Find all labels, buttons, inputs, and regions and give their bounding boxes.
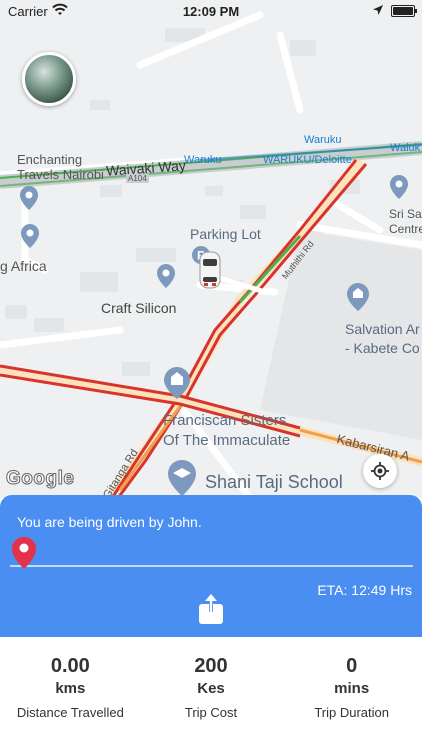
stat-label: Trip Cost — [184, 705, 238, 720]
user-avatar[interactable] — [22, 52, 76, 106]
map-label-franciscan: Franciscan Sisters — [163, 412, 287, 429]
church-pin-icon — [347, 283, 369, 311]
stat-value: 0.00 — [50, 655, 90, 677]
map-label-enchanting: Enchanting — [17, 152, 83, 167]
crosshair-icon — [371, 462, 389, 480]
stat-unit: mins — [334, 680, 370, 697]
church-pin-icon — [164, 367, 190, 399]
eta-text: ETA: 12:49 Hrs — [317, 582, 412, 598]
stat-duration: 0 mins Trip Duration — [281, 637, 422, 750]
stat-cost: 200 Kes Trip Cost — [141, 637, 282, 750]
poi-pin-icon — [157, 264, 175, 288]
stat-distance: 0.00 kms Distance Travelled — [0, 637, 141, 750]
location-pin-icon — [12, 537, 36, 569]
map-label-immaculate: Of The Immaculate — [163, 432, 291, 449]
map-label-craft-silicon: Craft Silicon — [101, 300, 177, 316]
map-label-centre: Centre — [389, 222, 422, 236]
share-icon[interactable] — [197, 593, 225, 625]
map-label-waruku-2: Waruku — [304, 134, 342, 146]
location-arrow-icon — [373, 5, 383, 15]
stat-label: Trip Duration — [314, 705, 389, 720]
my-location-button[interactable] — [363, 454, 397, 488]
trip-progress-track — [10, 565, 413, 567]
map-label-africa: g Africa — [0, 258, 47, 274]
stat-value: 200 — [194, 655, 228, 677]
driver-text: You are being driven by John. — [17, 514, 202, 530]
stat-label: Distance Travelled — [16, 705, 124, 720]
poi-pin-icon — [21, 224, 39, 248]
map-view[interactable]: P Enchanting Travels Nairobi Waiyaki Way… — [0, 0, 422, 498]
school-pin-icon — [168, 460, 196, 496]
car-marker-icon — [199, 251, 221, 289]
map-label-shani-taji: Shani Taji School — [205, 472, 343, 492]
map-label-parking: Parking Lot — [190, 226, 261, 242]
trip-stats: 0.00 kms Distance Travelled 200 Kes Trip… — [0, 637, 422, 750]
stat-value: 0 — [346, 655, 358, 677]
poi-pin-icon — [20, 186, 38, 210]
battery-icon — [391, 5, 417, 17]
google-logo: Google — [5, 468, 75, 490]
map-label-waluk: Waluk — [390, 142, 421, 154]
map-label-travels: Travels Nairobi — [17, 167, 104, 182]
map-label-a104: A104 — [126, 174, 149, 183]
status-bar: Carrier 12:09 PM — [0, 0, 422, 22]
stat-unit: kms — [55, 680, 86, 697]
map-label-sri-sat: Sri Sat — [389, 207, 422, 221]
stat-unit: Kes — [197, 680, 225, 697]
map-label-kabete: - Kabete Co — [345, 340, 420, 356]
status-time: 12:09 PM — [182, 4, 240, 19]
trip-panel: You are being driven by John. ETA: 12:49… — [0, 495, 422, 637]
map-label-waruku-1: Waruku — [184, 154, 222, 166]
map-label-waruku-deloitte: WARUKU/Deloitte — [263, 154, 352, 166]
map-label-salvation: Salvation Ar — [345, 321, 420, 337]
poi-pin-icon — [390, 175, 408, 199]
